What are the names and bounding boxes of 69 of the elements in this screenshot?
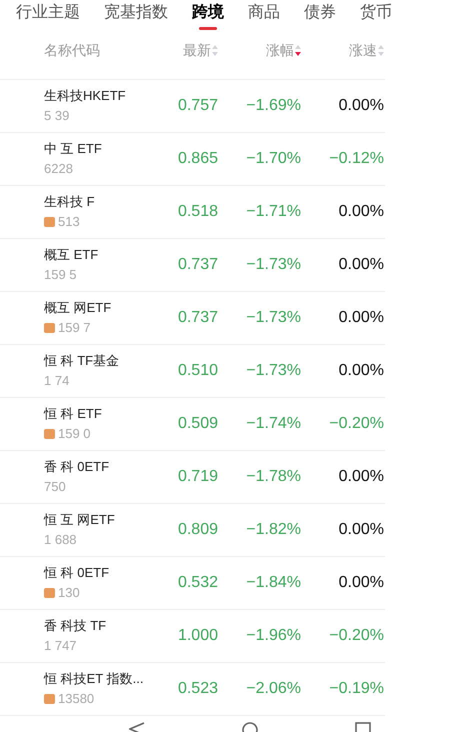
fund-code: 13580 [58, 691, 94, 707]
latest-price: 0.532 [176, 573, 218, 593]
speed-percent: 0.00% [338, 255, 384, 275]
fund-code: 5 39 [44, 108, 70, 124]
recents-icon[interactable] [355, 722, 372, 732]
change-percent: −1.96% [245, 626, 301, 646]
tab[interactable]: 商品 [236, 0, 292, 30]
tab[interactable]: 债券 [292, 0, 348, 30]
latest-price: 0.510 [176, 361, 218, 381]
change-percent: −2.06% [245, 679, 301, 699]
fund-code: 1 688 [44, 532, 77, 548]
change-percent: −1.71% [245, 202, 301, 222]
fund-name: 香 科 0ETF [44, 459, 110, 475]
tab[interactable]: 货币 [348, 0, 404, 30]
speed-percent: −0.19% [328, 679, 384, 699]
fund-name: 中 互 ETF [44, 141, 103, 157]
speed-percent: 0.00% [338, 96, 384, 116]
fund-name: 概互 ETF [44, 247, 100, 263]
fund-code: 1 747 [44, 638, 77, 654]
fund-code: 1 74 [44, 373, 70, 389]
change-percent: −1.73% [245, 255, 301, 275]
fund-code: 159 7 [58, 320, 91, 336]
speed-percent: 0.00% [338, 573, 384, 593]
latest-price: 0.523 [176, 679, 218, 699]
fund-name: 恒 互 网ETF [44, 512, 116, 528]
fund-name: 香 科技 TF [44, 618, 108, 634]
latest-price: 0.865 [176, 149, 218, 169]
speed-percent: 0.00% [338, 361, 384, 381]
tab[interactable]: 行业主题 [4, 0, 92, 30]
speed-percent: −0.12% [328, 149, 384, 169]
change-percent: −1.74% [245, 414, 301, 434]
latest-price: 0.757 [176, 96, 218, 116]
latest-price: 0.809 [176, 520, 218, 540]
latest-price: 0.509 [176, 414, 218, 434]
latest-price: 0.737 [176, 308, 218, 328]
fund-name: 生科技HKETF [44, 88, 127, 104]
fund-code: 130 [58, 585, 80, 601]
change-percent: −1.84% [245, 573, 301, 593]
change-percent: −1.78% [245, 467, 301, 487]
latest-price: 0.737 [176, 255, 218, 275]
fund-name: 恒 科 0ETF [44, 565, 110, 581]
latest-price: 0.719 [176, 467, 218, 487]
tab[interactable]: 跨境 [180, 0, 236, 30]
fund-code: 159 0 [58, 426, 91, 442]
tab[interactable]: 宽基指数 [92, 0, 180, 30]
back-icon[interactable] [128, 722, 145, 732]
speed-percent: −0.20% [328, 414, 384, 434]
speed-percent: −0.20% [328, 626, 384, 646]
fund-code: 6228 [44, 161, 73, 177]
speed-percent: 0.00% [338, 308, 384, 328]
fund-code: 513 [58, 214, 80, 230]
speed-percent: 0.00% [338, 520, 384, 540]
fund-code: 159 5 [44, 267, 77, 283]
change-percent: −1.73% [245, 361, 301, 381]
change-percent: −1.70% [245, 149, 301, 169]
fund-name: 恒 科 TF基金 [44, 353, 120, 369]
change-percent: −1.82% [245, 520, 301, 540]
change-percent: −1.69% [245, 96, 301, 116]
speed-percent: 0.00% [338, 467, 384, 487]
fund-name: 恒 科 ETF [44, 406, 103, 422]
latest-price: 1.000 [176, 626, 218, 646]
home-icon[interactable] [242, 722, 258, 732]
latest-price: 0.518 [176, 202, 218, 222]
fund-code: 750 [44, 479, 66, 495]
fund-name: 生科技 F [44, 194, 96, 210]
fund-name: 恒 科技ET 指数... [44, 671, 144, 687]
speed-percent: 0.00% [338, 202, 384, 222]
change-percent: −1.73% [245, 308, 301, 328]
fund-name: 概互 网ETF [44, 300, 112, 316]
